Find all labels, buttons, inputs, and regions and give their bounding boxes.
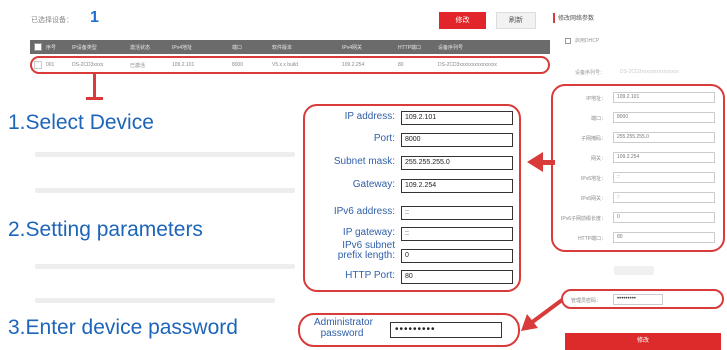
arrow-to-parameters (527, 152, 555, 172)
arrow-to-password (521, 298, 564, 331)
pointer-arrows (521, 152, 564, 331)
